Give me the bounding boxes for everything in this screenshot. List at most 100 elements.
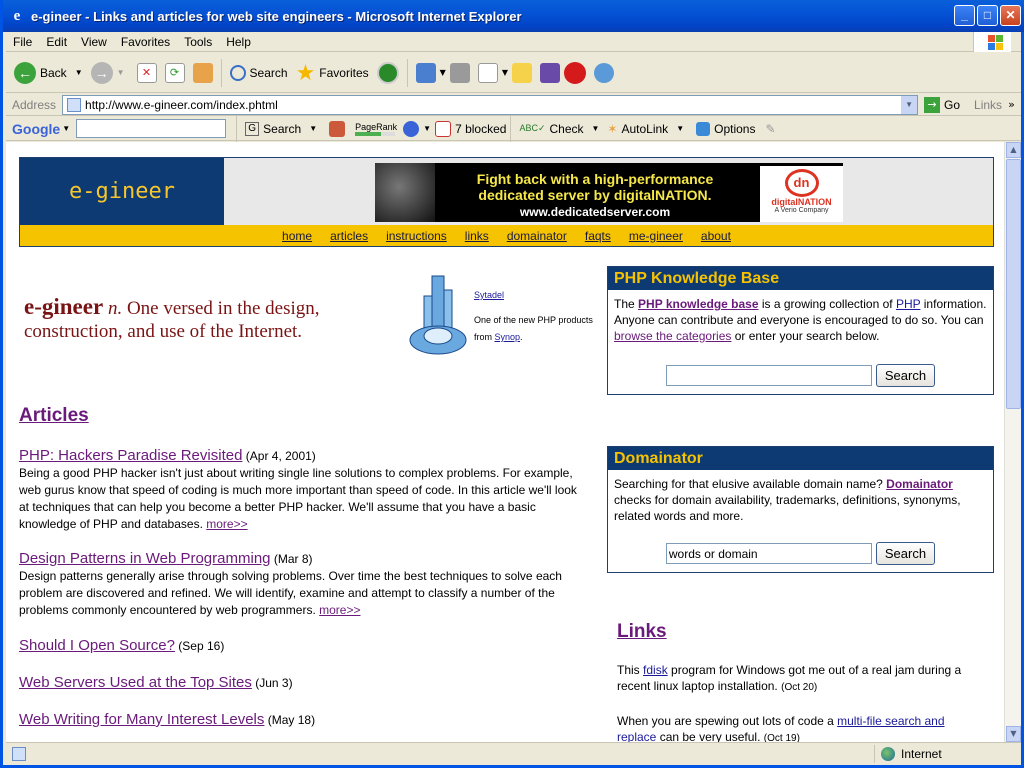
nav-home[interactable]: home <box>282 229 312 243</box>
home-icon[interactable] <box>192 62 213 83</box>
domainator-box: Domainator Searching for that elusive av… <box>607 446 994 573</box>
go-arrow-icon[interactable]: → <box>924 96 941 113</box>
maximize-button[interactable]: □ <box>977 5 998 26</box>
links-toolbar-label[interactable]: Links <box>974 98 1002 112</box>
highlighter-icon[interactable]: ✎ <box>765 122 775 136</box>
scroll-up-icon[interactable]: ▲ <box>1006 142 1021 158</box>
menu-edit[interactable]: Edit <box>39 35 74 49</box>
article-item: Design Patterns in Web Programming (Mar … <box>19 550 562 617</box>
nav-faqts[interactable]: faqts <box>585 229 611 243</box>
article-title-link[interactable]: PHP: Hackers Paradise Revisited <box>19 447 242 464</box>
nav-me-gineer[interactable]: me-gineer <box>629 229 683 243</box>
kb-link[interactable]: PHP knowledge base <box>638 297 759 311</box>
forward-dropdown-icon[interactable]: ▼ <box>117 68 125 77</box>
ad-banner[interactable]: Fight back with a high-performance dedic… <box>375 163 843 222</box>
discuss-icon[interactable] <box>511 62 532 83</box>
chevron-right-icon[interactable]: » <box>1008 98 1015 111</box>
autolink-dropdown-icon[interactable]: ▼ <box>676 124 684 133</box>
check-button[interactable]: Check <box>549 122 583 136</box>
menu-view[interactable]: View <box>74 35 114 49</box>
link-item: When you are spewing out lots of code a … <box>617 714 945 742</box>
articles-heading[interactable]: Articles <box>19 405 89 427</box>
refresh-icon[interactable]: ⟳ <box>164 62 185 83</box>
back-dropdown-icon[interactable]: ▼ <box>75 68 83 77</box>
favorites-star-icon: ★ <box>295 59 316 85</box>
menu-tools[interactable]: Tools <box>177 35 219 49</box>
back-button[interactable]: ← Back ▼ <box>14 61 83 84</box>
kb-search-input[interactable] <box>665 365 872 386</box>
article-item: Web Servers Used at the Top Sites (Jun 3… <box>19 674 293 691</box>
more-link[interactable]: more>> <box>206 517 247 531</box>
page-icon <box>67 97 82 112</box>
mail-dropdown-icon[interactable]: ▼ <box>440 68 446 77</box>
scroll-thumb[interactable] <box>1006 159 1021 409</box>
nav-about[interactable]: about <box>701 229 731 243</box>
stop-icon[interactable]: ✕ <box>136 62 157 83</box>
close-button[interactable]: ✕ <box>1000 5 1021 26</box>
news-icon[interactable] <box>329 120 346 137</box>
address-dropdown-icon[interactable]: ▼ <box>901 95 918 114</box>
google-search-button[interactable]: Search <box>263 122 301 136</box>
minimize-button[interactable]: _ <box>954 5 975 26</box>
domain-search-input[interactable] <box>665 543 872 564</box>
article-title-link[interactable]: Web Writing for Many Interest Levels <box>19 711 264 728</box>
history-icon[interactable] <box>376 61 399 84</box>
site-logo[interactable]: e-gineer <box>20 158 224 225</box>
nav-articles[interactable]: articles <box>330 229 368 243</box>
article-title-link[interactable]: Should I Open Source? <box>19 637 175 654</box>
popup-blocked-count[interactable]: 7 blocked <box>455 122 506 136</box>
info-dropdown-icon[interactable]: ▼ <box>423 124 431 133</box>
browse-categories-link[interactable]: browse the categories <box>614 329 731 343</box>
status-bar: Internet <box>6 742 1021 765</box>
google-menu-dropdown-icon[interactable]: ▼ <box>62 124 70 133</box>
php-knowledge-base-box: PHP Knowledge Base The PHP knowledge bas… <box>607 266 994 395</box>
internet-zone-icon <box>881 747 895 761</box>
edit-icon[interactable] <box>477 62 498 83</box>
search-button[interactable]: Search <box>226 64 288 81</box>
title-bar[interactable]: e e-gineer - Links and articles for web … <box>3 0 1024 32</box>
vertical-scrollbar[interactable]: ▲ ▼ <box>1004 142 1021 742</box>
google-g-icon: G <box>245 121 260 136</box>
address-label: Address <box>12 97 57 112</box>
google-logo-icon[interactable]: Google <box>12 121 60 137</box>
nav-instructions[interactable]: instructions <box>386 229 447 243</box>
google-search-input[interactable] <box>76 119 227 138</box>
menu-favorites[interactable]: Favorites <box>114 35 177 49</box>
nav-links[interactable]: links <box>465 229 489 243</box>
links-heading[interactable]: Links <box>617 621 667 643</box>
domainator-heading: Domainator <box>608 447 993 470</box>
research-icon[interactable] <box>539 62 560 83</box>
forward-button[interactable]: → ▼ <box>90 61 125 84</box>
options-button[interactable]: Options <box>714 122 755 136</box>
autolink-icon: ✶ <box>607 121 618 136</box>
print-icon[interactable] <box>449 62 470 83</box>
menu-help[interactable]: Help <box>219 35 258 49</box>
contacts-icon[interactable] <box>593 62 614 83</box>
sytadel-image[interactable] <box>408 272 468 365</box>
messenger-icon[interactable] <box>563 61 586 84</box>
menu-file[interactable]: File <box>6 35 39 49</box>
check-dropdown-icon[interactable]: ▼ <box>592 124 600 133</box>
favorites-button[interactable]: ★ Favorites <box>296 60 369 86</box>
domain-search-button[interactable]: Search <box>875 542 936 565</box>
pagerank-indicator[interactable]: PageRank <box>355 122 397 136</box>
address-input[interactable]: http://www.e-gineer.com/index.phtml ▼ <box>62 94 919 115</box>
more-link[interactable]: more>> <box>319 603 360 617</box>
php-link[interactable]: PHP <box>896 297 920 311</box>
autolink-button[interactable]: AutoLink <box>621 122 668 136</box>
article-title-link[interactable]: Web Servers Used at the Top Sites <box>19 674 252 691</box>
google-search-dropdown-icon[interactable]: ▼ <box>309 124 317 133</box>
article-title-link[interactable]: Design Patterns in Web Programming <box>19 550 271 567</box>
edit-dropdown-icon[interactable]: ▼ <box>502 68 508 77</box>
kb-search-button[interactable]: Search <box>875 364 936 387</box>
go-button[interactable]: Go <box>944 98 960 112</box>
scroll-down-icon[interactable]: ▼ <box>1006 726 1021 742</box>
domainator-link[interactable]: Domainator <box>886 477 953 491</box>
nav-domainator[interactable]: domainator <box>507 229 567 243</box>
options-icon <box>696 121 711 136</box>
sytadel-link[interactable]: Sytadel <box>474 290 504 300</box>
info-icon[interactable] <box>403 120 420 137</box>
synop-link[interactable]: Synop <box>495 332 521 342</box>
mail-icon[interactable] <box>415 62 436 83</box>
fdisk-link[interactable]: fdisk <box>643 663 668 677</box>
